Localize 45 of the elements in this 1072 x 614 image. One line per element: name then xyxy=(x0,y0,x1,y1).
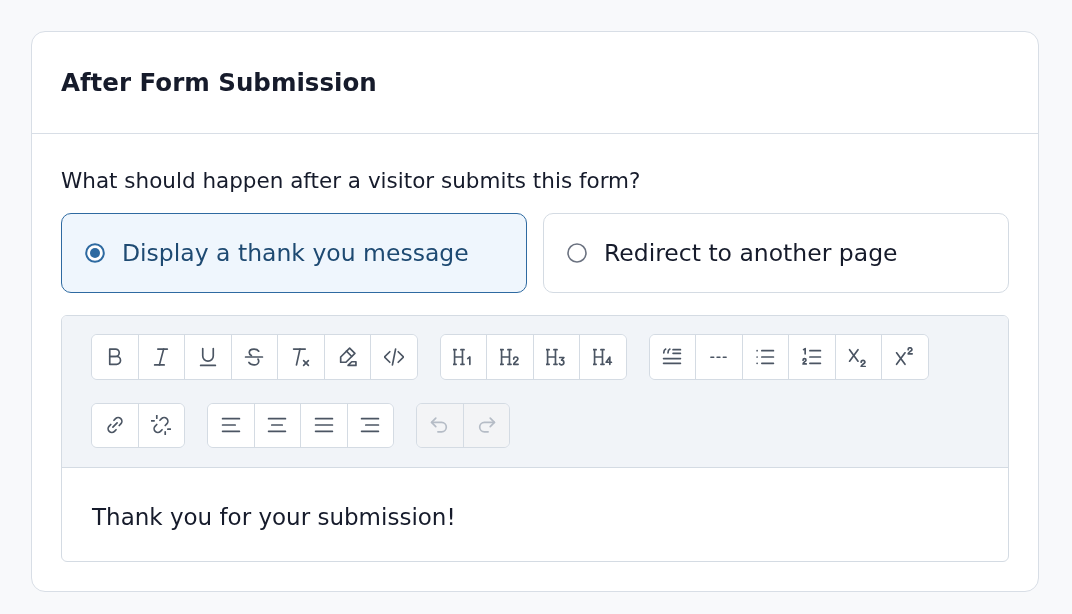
align-justify-button[interactable] xyxy=(301,403,348,447)
italic-button[interactable] xyxy=(138,335,185,379)
heading-three-icon xyxy=(546,346,567,367)
redo-icon xyxy=(476,415,497,436)
bold-button[interactable] xyxy=(92,335,139,379)
heading-two-button[interactable] xyxy=(487,335,534,379)
underline-icon xyxy=(197,346,218,367)
heading-three-button[interactable] xyxy=(533,335,580,379)
align-right-button[interactable] xyxy=(347,403,393,447)
highlighter-button[interactable] xyxy=(324,335,371,379)
bullet-list-button[interactable] xyxy=(742,335,789,379)
highlighter-icon xyxy=(337,346,358,367)
underline-button[interactable] xyxy=(185,335,232,379)
heading-four-button[interactable] xyxy=(580,335,626,379)
heading-four-icon xyxy=(592,346,613,367)
code-icon xyxy=(383,346,404,367)
heading-one-button[interactable] xyxy=(440,335,487,379)
quote-button[interactable] xyxy=(649,335,696,379)
card-title: After Form Submission xyxy=(61,68,377,97)
radio-option[interactable]: Redirect to another page xyxy=(543,213,1009,293)
link-button[interactable] xyxy=(92,403,139,447)
editor-text-area[interactable]: Thank you for your submission! xyxy=(62,468,1008,561)
clear-format-icon xyxy=(290,346,311,367)
superscript-button[interactable] xyxy=(882,335,928,379)
quote-icon xyxy=(662,346,683,367)
undo-icon xyxy=(429,415,450,436)
code-button[interactable] xyxy=(371,335,417,379)
subscript-button[interactable] xyxy=(835,335,882,379)
dashed-line-icon xyxy=(710,355,728,358)
align-left-button[interactable] xyxy=(208,403,255,447)
strikethrough-button[interactable] xyxy=(231,335,278,379)
link-icon xyxy=(104,415,125,436)
strikethrough-icon xyxy=(244,346,265,367)
subscript-icon xyxy=(848,346,869,367)
question-label: What should happen after a visitor submits this form? xyxy=(61,168,642,194)
numbered-list-button[interactable] xyxy=(789,335,836,379)
broken-link-button[interactable] xyxy=(138,403,184,447)
clear-format-button[interactable] xyxy=(278,335,325,379)
radio-option[interactable]: Display a thank you message xyxy=(61,213,527,293)
heading-two-icon xyxy=(499,346,520,367)
numbered-list-icon xyxy=(801,346,822,367)
broken-link-icon xyxy=(151,415,172,436)
superscript-icon xyxy=(894,346,915,367)
align-center-button[interactable] xyxy=(254,403,301,447)
heading-one-icon xyxy=(453,346,474,367)
